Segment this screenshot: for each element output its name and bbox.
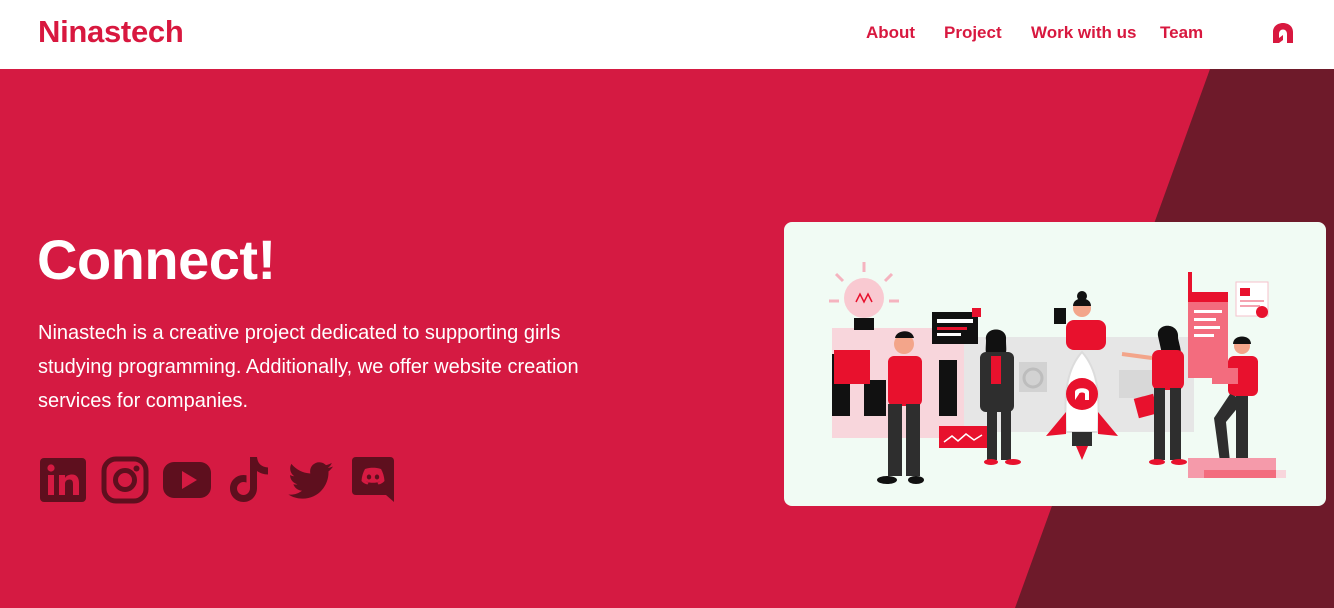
youtube-icon[interactable] [162,455,212,505]
hero-illustration-card [784,222,1326,506]
team-rocket-illustration [829,262,1286,484]
nav-link-project[interactable]: Project [944,23,1002,43]
hero-description: Ninastech is a creative project dedicate… [38,322,579,412]
nav-link-work-with-us[interactable]: Work with us [1031,23,1136,43]
brand-logo-text[interactable]: Ninastech [38,14,184,50]
nav-link-team[interactable]: Team [1160,23,1203,43]
twitter-icon[interactable] [286,455,336,505]
social-links [38,455,398,505]
hero-headline: Connect! [37,228,276,291]
instagram-icon[interactable] [100,455,150,505]
tiktok-icon[interactable] [224,455,274,505]
nav-link-about[interactable]: About [866,23,915,43]
linkedin-icon[interactable] [38,455,88,505]
ninastech-logo-icon[interactable] [1270,20,1296,46]
top-navbar: Ninastech About Project Work with us Tea… [0,0,1334,69]
hero-section: Connect! Ninastech is a creative project… [0,69,1334,608]
discord-icon[interactable] [348,455,398,505]
